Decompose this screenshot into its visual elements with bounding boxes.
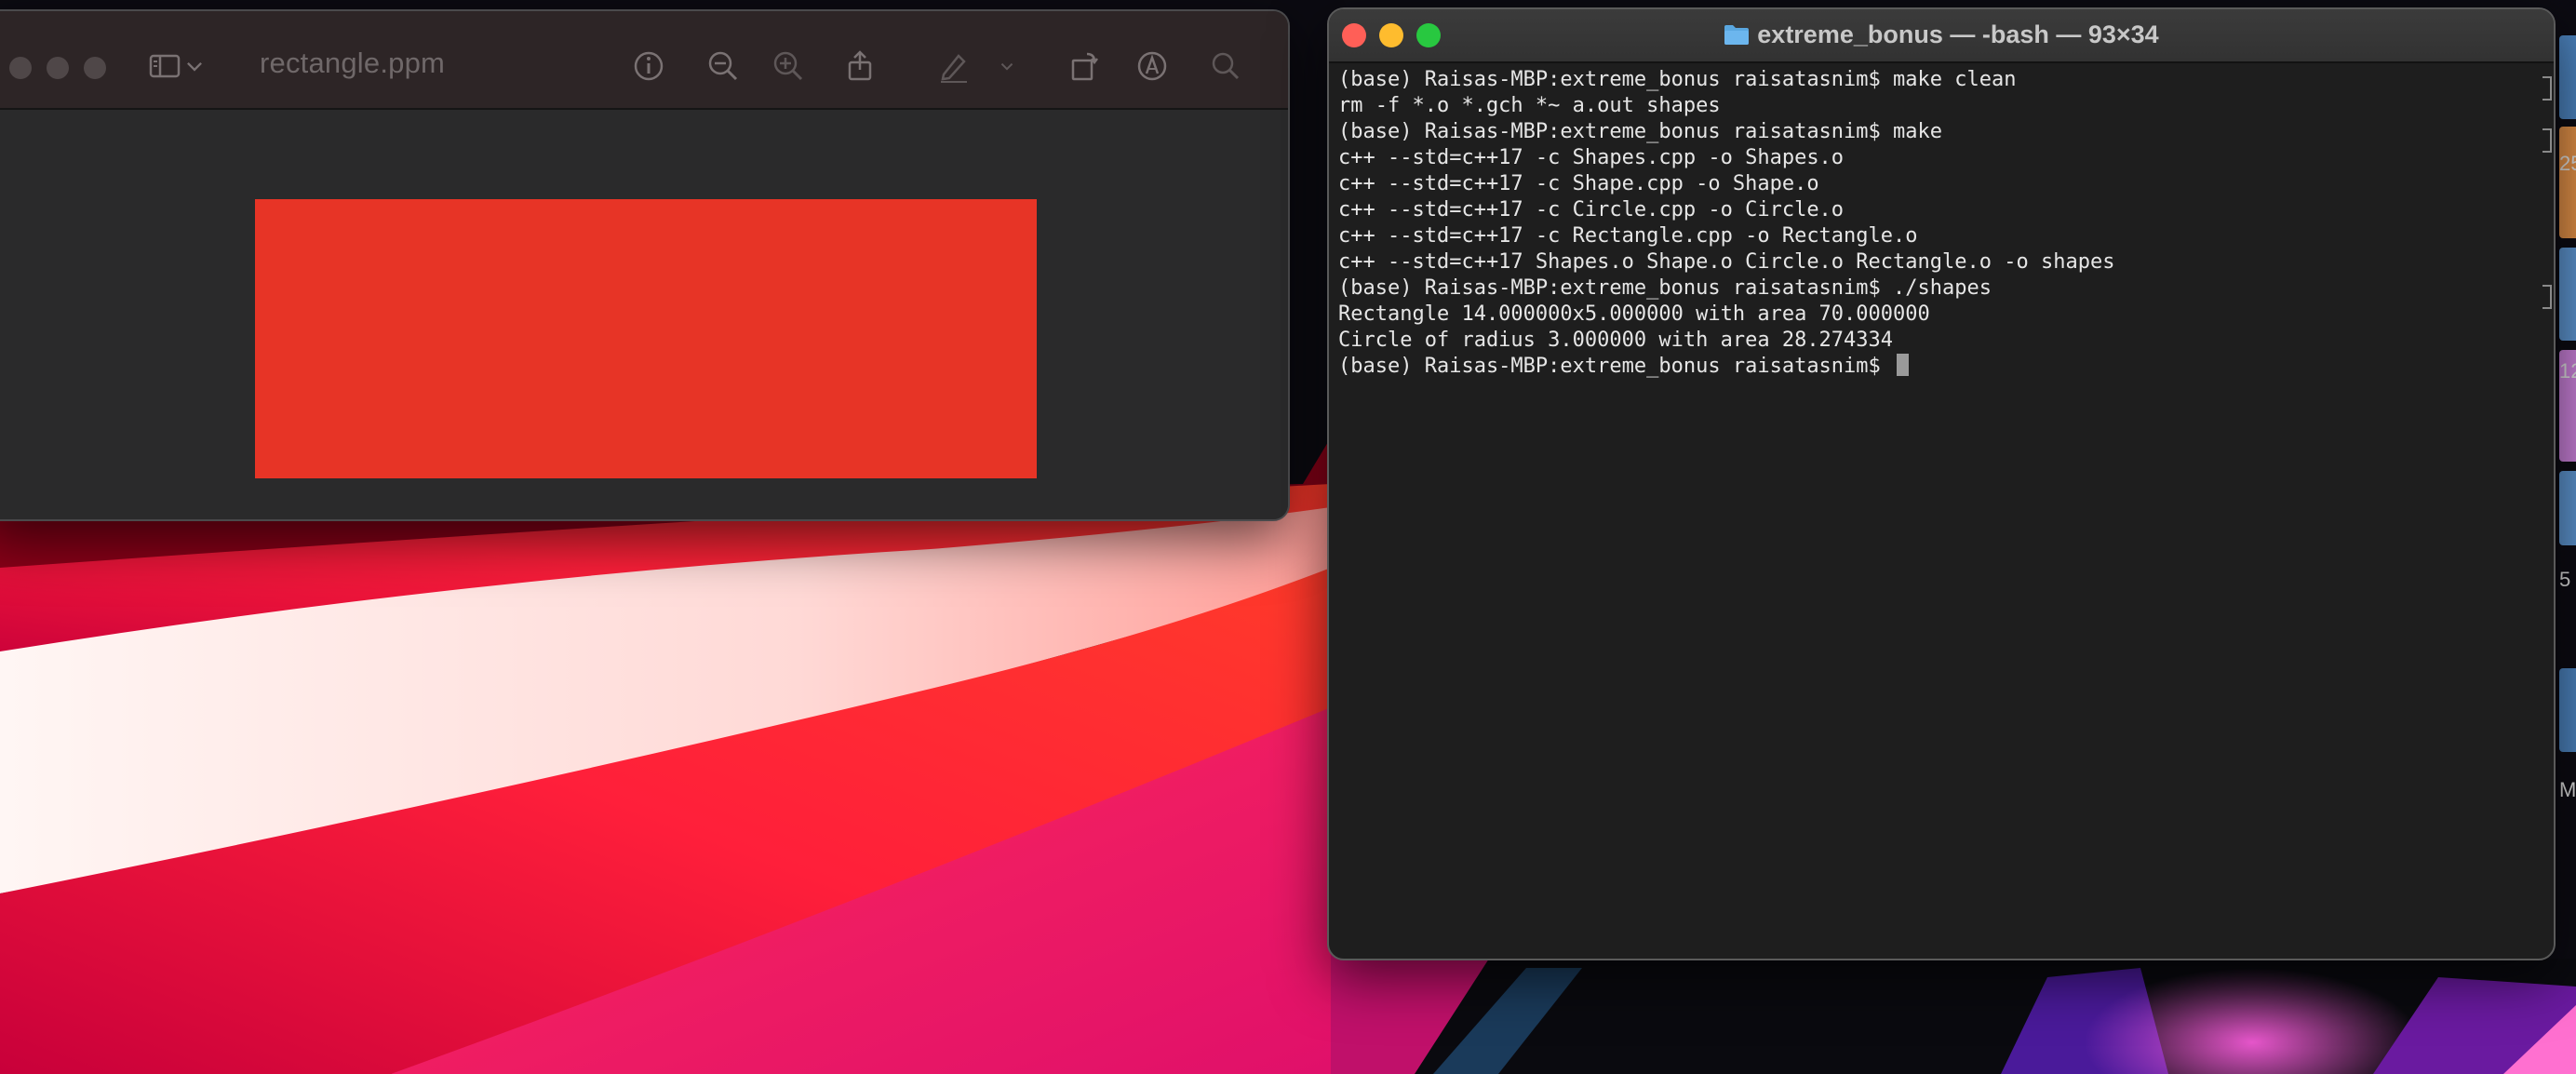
info-icon[interactable]: [625, 43, 672, 89]
terminal-line-text: c++ --std=c++17 -c Shape.cpp -o Shape.o: [1338, 172, 1819, 195]
terminal-line: (base) Raisas-MBP:extreme_bonus raisatas…: [1338, 119, 2544, 145]
edge-text: 12: [2559, 359, 2576, 383]
line-mark: [2542, 128, 2552, 153]
preview-toolbar: rectangle.ppm: [0, 11, 1288, 110]
edge-tile: [2559, 471, 2576, 545]
terminal-line-text: Circle of radius 3.000000 with area 28.2…: [1338, 329, 1894, 352]
text-cursor: [1897, 354, 1910, 376]
zoom-out-icon[interactable]: [700, 43, 746, 89]
terminal-line-text: c++ --std=c++17 -c Rectangle.cpp -o Rect…: [1338, 224, 1918, 248]
terminal-title: extreme_bonus — -bash — 93×34: [1329, 20, 2554, 49]
terminal-line-text: (base) Raisas-MBP:extreme_bonus raisatas…: [1338, 68, 2017, 91]
terminal-line: (base) Raisas-MBP:extreme_bonus raisatas…: [1338, 354, 2544, 380]
terminal-titlebar: extreme_bonus — -bash — 93×34: [1329, 9, 2554, 63]
terminal-line: c++ --std=c++17 -c Shape.cpp -o Shape.o: [1338, 171, 2544, 197]
terminal-line: c++ --std=c++17 -c Shapes.cpp -o Shapes.…: [1338, 145, 2544, 171]
line-mark: [2542, 285, 2552, 309]
terminal-output[interactable]: (base) Raisas-MBP:extreme_bonus raisatas…: [1338, 67, 2544, 959]
terminal-line-text: (base) Raisas-MBP:extreme_bonus raisatas…: [1338, 276, 1992, 300]
edge-text: 5: [2559, 568, 2571, 591]
terminal-line-text: (base) Raisas-MBP:extreme_bonus raisatas…: [1338, 120, 1943, 143]
preview-window: rectangle.ppm: [0, 9, 1290, 521]
terminal-line-text: rm -f *.o *.gch *~ a.out shapes: [1338, 94, 1721, 117]
edge-text: M: [2559, 778, 2576, 801]
folder-icon: [1724, 25, 1750, 45]
terminal-window: extreme_bonus — -bash — 93×34 (base) Rai…: [1327, 7, 2556, 960]
markup-pen-icon[interactable]: [931, 43, 977, 89]
edge-tile: [2559, 248, 2576, 341]
rotate-icon[interactable]: [1061, 43, 1107, 89]
maximize-button[interactable]: [84, 57, 106, 79]
minimize-button[interactable]: [47, 57, 69, 79]
chevron-down-icon[interactable]: [993, 43, 1021, 89]
edge-tile: [2559, 127, 2576, 238]
line-mark: [2542, 76, 2552, 101]
image-canvas: [0, 110, 1288, 519]
terminal-line-text: c++ --std=c++17 -c Circle.cpp -o Circle.…: [1338, 198, 1845, 222]
edge-tile: [2559, 668, 2576, 752]
terminal-line: c++ --std=c++17 Shapes.o Shape.o Circle.…: [1338, 249, 2544, 275]
markup-icon[interactable]: [1129, 43, 1175, 89]
background-window-edge: 25 12 5 M: [2556, 7, 2576, 801]
terminal-line-text: c++ --std=c++17 -c Shapes.cpp -o Shapes.…: [1338, 146, 1845, 169]
terminal-line: rm -f *.o *.gch *~ a.out shapes: [1338, 93, 2544, 119]
terminal-title-text: extreme_bonus — -bash — 93×34: [1757, 20, 2159, 48]
edge-text: 25: [2559, 152, 2576, 175]
terminal-line: c++ --std=c++17 -c Rectangle.cpp -o Rect…: [1338, 223, 2544, 249]
close-button[interactable]: [9, 57, 32, 79]
search-icon[interactable]: [1202, 43, 1249, 89]
chevron-down-icon[interactable]: [181, 43, 208, 89]
rectangle-image: [255, 199, 1037, 478]
share-icon[interactable]: [837, 43, 883, 89]
terminal-line-text: (base) Raisas-MBP:extreme_bonus raisatas…: [1338, 355, 1894, 378]
terminal-line: Rectangle 14.000000x5.000000 with area 7…: [1338, 302, 2544, 328]
edge-tile: [2559, 35, 2576, 119]
terminal-line: (base) Raisas-MBP:extreme_bonus raisatas…: [1338, 67, 2544, 93]
zoom-in-icon[interactable]: [765, 43, 812, 89]
terminal-line: (base) Raisas-MBP:extreme_bonus raisatas…: [1338, 275, 2544, 302]
terminal-line: c++ --std=c++17 -c Circle.cpp -o Circle.…: [1338, 197, 2544, 223]
terminal-line-text: Rectangle 14.000000x5.000000 with area 7…: [1338, 302, 1930, 326]
terminal-line-text: c++ --std=c++17 Shapes.o Shape.o Circle.…: [1338, 250, 2115, 274]
document-title: rectangle.ppm: [260, 47, 446, 79]
terminal-line: Circle of radius 3.000000 with area 28.2…: [1338, 328, 2544, 354]
